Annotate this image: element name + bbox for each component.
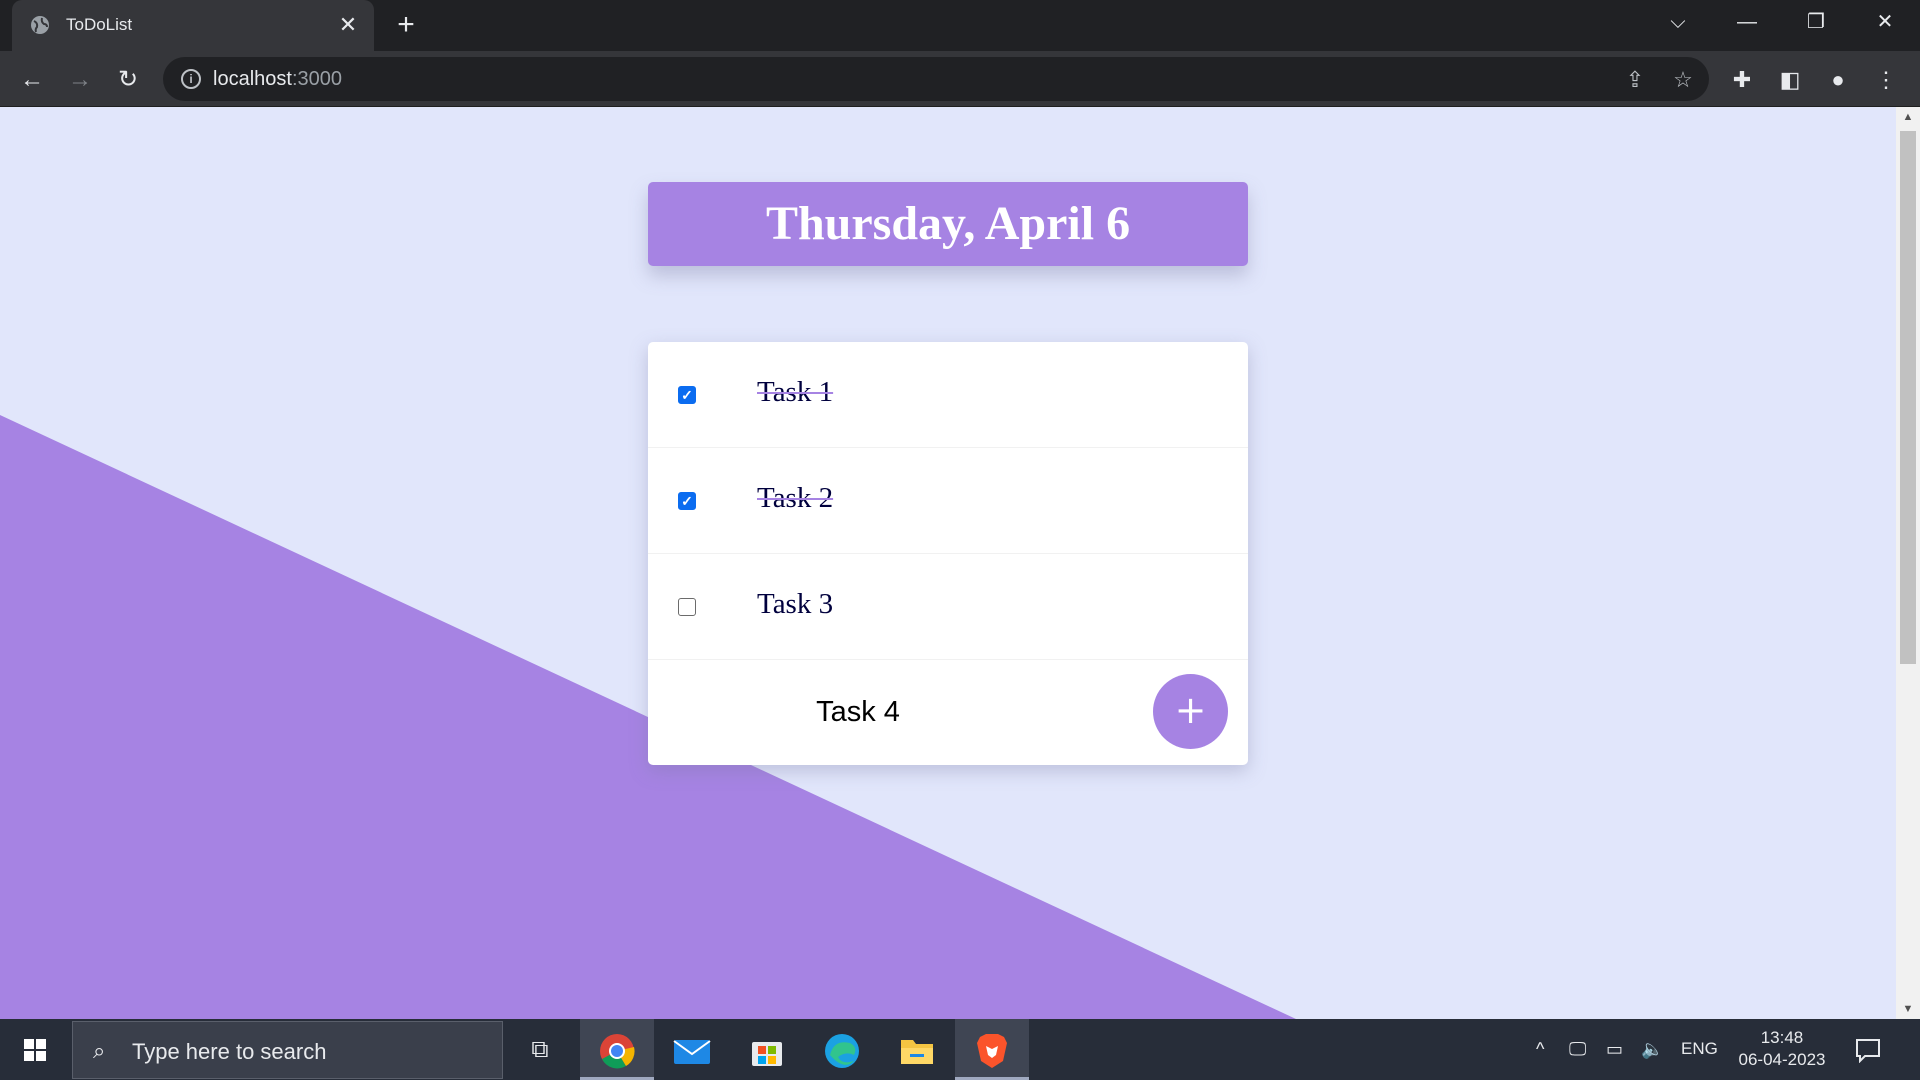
task-label: Task 3 xyxy=(757,588,834,620)
address-bar[interactable]: i localhost:3000 ⇪ ☆ xyxy=(163,57,1709,101)
date-heading-box: Thursday, April 6 xyxy=(648,182,1248,266)
url-port: :3000 xyxy=(291,68,342,90)
browser-tab[interactable]: ToDoList ✕ xyxy=(12,0,374,51)
task-view-icon[interactable]: ⧉ xyxy=(503,1019,577,1080)
back-icon[interactable]: ← xyxy=(15,63,49,97)
file-explorer-icon[interactable] xyxy=(880,1019,954,1080)
url-host: localhost xyxy=(213,68,292,90)
site-info-icon[interactable]: i xyxy=(181,69,201,89)
notifications-icon[interactable] xyxy=(1855,1037,1881,1064)
search-placeholder: Type here to search xyxy=(132,1039,327,1064)
bookmark-star-icon[interactable]: ☆ xyxy=(1669,66,1697,94)
clock-date: 06-04-2023 xyxy=(1738,1050,1826,1069)
page-scrollbar[interactable]: ▲ ▼ xyxy=(1896,107,1920,1019)
reload-icon[interactable]: ↻ xyxy=(111,63,145,97)
restore-icon[interactable]: ❐ xyxy=(1788,0,1844,44)
task-checkbox[interactable]: ✓ xyxy=(678,492,696,510)
windows-taskbar: ⌕ Type here to search ⧉ ^ 🖵 ▭ 🔈 ENG 13:4… xyxy=(0,1019,1920,1080)
chrome-icon[interactable] xyxy=(580,1019,654,1080)
page-title: Thursday, April 6 xyxy=(765,197,1131,250)
task-label: Task 2 xyxy=(757,482,834,514)
network-icon[interactable]: 🖵 xyxy=(1569,1039,1586,1060)
profile-icon[interactable]: ● xyxy=(1821,63,1855,97)
microsoft-store-icon[interactable] xyxy=(730,1019,804,1080)
edge-icon[interactable] xyxy=(805,1019,879,1080)
language-indicator[interactable]: ENG xyxy=(1681,1039,1718,1059)
add-button[interactable]: + xyxy=(1153,674,1228,749)
clock-time: 13:48 xyxy=(1760,1028,1804,1047)
show-hidden-icons-icon[interactable]: ^ xyxy=(1536,1039,1544,1060)
url-text[interactable]: localhost:3000 xyxy=(213,68,342,91)
mail-icon[interactable] xyxy=(655,1019,729,1080)
browser-tabbar: ToDoList ✕ + ⌵ — ❐ ✕ xyxy=(0,0,1920,51)
share-icon[interactable]: ⇪ xyxy=(1621,66,1649,94)
task-label: Task 1 xyxy=(757,376,834,408)
scroll-down-arrow-icon[interactable]: ▼ xyxy=(1896,999,1920,1019)
volume-icon[interactable]: 🔈 xyxy=(1641,1039,1663,1060)
tab-search-icon[interactable]: ⌵ xyxy=(1650,0,1706,44)
side-panel-icon[interactable]: ◧ xyxy=(1773,63,1807,97)
list-item: Task 3 xyxy=(648,554,1248,660)
tab-title: ToDoList xyxy=(66,15,133,34)
scroll-up-arrow-icon[interactable]: ▲ xyxy=(1896,107,1920,127)
browser-toolbar: ← → ↻ i localhost:3000 ⇪ ☆ ✚ ◧ ● ⋮ xyxy=(0,51,1920,107)
task-checkbox[interactable] xyxy=(678,598,696,616)
extensions-icon[interactable]: ✚ xyxy=(1725,63,1759,97)
todo-list-card: ✓ Task 1 ✓ Task 2 Task 3 + xyxy=(648,342,1248,765)
forward-icon[interactable]: → xyxy=(63,63,97,97)
globe-icon xyxy=(30,15,50,35)
new-item-input[interactable] xyxy=(728,692,988,732)
system-clock[interactable]: 13:48 06-04-2023 xyxy=(1727,1027,1837,1071)
battery-icon[interactable]: ▭ xyxy=(1606,1039,1623,1060)
minimize-icon[interactable]: — xyxy=(1719,0,1775,44)
list-item: ✓ Task 1 xyxy=(648,342,1248,448)
menu-icon[interactable]: ⋮ xyxy=(1869,63,1903,97)
new-tab-button[interactable]: + xyxy=(390,10,422,42)
brave-icon[interactable] xyxy=(955,1019,1029,1080)
windows-start-icon[interactable] xyxy=(12,1032,58,1068)
close-window-icon[interactable]: ✕ xyxy=(1857,0,1913,44)
scroll-thumb[interactable] xyxy=(1900,131,1916,664)
page-viewport: Thursday, April 6 ✓ Task 1 ✓ Task 2 Task… xyxy=(0,107,1896,1019)
list-item: ✓ Task 2 xyxy=(648,448,1248,554)
search-icon: ⌕ xyxy=(93,1038,106,1063)
new-item-form: + xyxy=(648,660,1248,765)
close-tab-icon[interactable]: ✕ xyxy=(334,11,362,39)
task-checkbox[interactable]: ✓ xyxy=(678,386,696,404)
taskbar-search-box[interactable]: ⌕ Type here to search xyxy=(72,1021,503,1079)
